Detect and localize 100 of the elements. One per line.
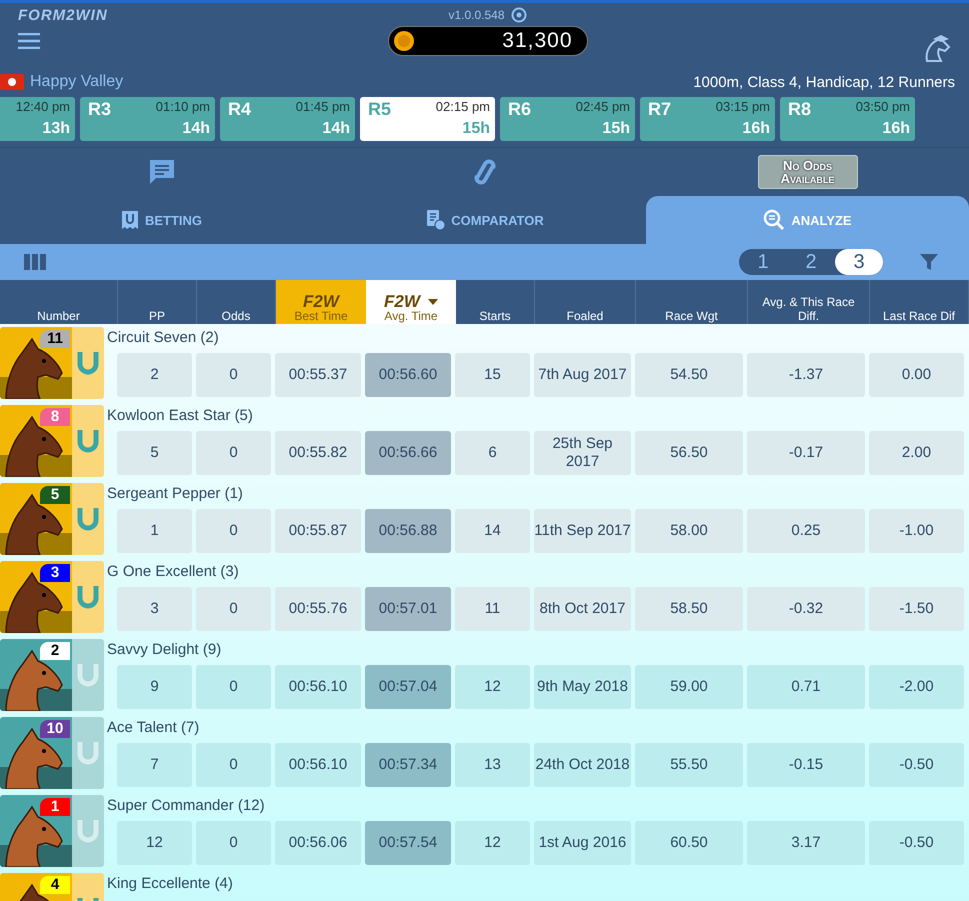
saddle-number: 1 <box>40 798 70 816</box>
table-cell: 6 <box>455 431 530 475</box>
race-countdown: 14h <box>322 120 350 138</box>
race-tab[interactable]: R8 03:50 pm 16h <box>780 97 915 141</box>
version-label: v1.0.0.548 <box>448 8 505 22</box>
balance-amount: 31,300 <box>502 29 572 53</box>
caret-icon <box>428 299 438 305</box>
horseshoe-icon <box>76 506 100 532</box>
no-odds-button[interactable]: No Odds Available <box>758 155 858 189</box>
race-tab[interactable]: R5 02:15 pm 15h <box>360 97 495 141</box>
table-cell: 3 <box>117 587 192 631</box>
horse-name: King Eccellente (4) <box>106 874 234 894</box>
column-header[interactable]: F2W Best Time <box>276 280 366 324</box>
page-button[interactable]: 2 <box>787 249 835 275</box>
race-countdown: 16h <box>742 120 770 138</box>
table-cell: 0 <box>196 353 271 397</box>
table-cell: 0.00 <box>869 353 964 397</box>
table-cell: 14 <box>455 509 530 553</box>
columns-icon[interactable] <box>24 254 46 270</box>
table-cell: 12 <box>117 821 192 865</box>
race-number: R4 <box>228 99 252 120</box>
race-time: 01:45 pm <box>296 99 350 116</box>
table-cell: 0.71 <box>747 665 865 709</box>
race-tab[interactable]: R4 01:45 pm 14h <box>220 97 355 141</box>
document-info-icon <box>425 209 446 231</box>
view-tab[interactable]: ANALYZE <box>646 196 969 244</box>
view-tab[interactable]: COMPARATOR <box>323 196 646 244</box>
page-button[interactable]: 1 <box>739 249 787 275</box>
table-cell: 11th Sep 2017 <box>534 509 631 553</box>
table-cell: 00:55.82 <box>275 431 361 475</box>
race-number: R3 <box>88 99 112 120</box>
table-cell: 56.50 <box>635 431 743 475</box>
table-cell: 0 <box>196 509 271 553</box>
table-cell: 0 <box>196 821 271 865</box>
race-number: R7 <box>648 99 672 120</box>
horse-name: Savvy Delight (9) <box>106 640 222 660</box>
table-cell: -0.32 <box>747 587 865 631</box>
table-cell: 15 <box>455 353 530 397</box>
table-cell: 12 <box>455 821 530 865</box>
table-cell: 00:56.66 <box>365 431 451 475</box>
filter-icon[interactable] <box>919 252 939 272</box>
race-countdown: 15h <box>602 120 630 138</box>
race-tab[interactable]: R3 01:10 pm 14h <box>80 97 215 141</box>
race-info: 1000m, Class 4, Handicap, 12 Runners <box>693 74 955 90</box>
race-countdown: 13h <box>42 120 70 138</box>
race-countdown: 15h <box>462 120 490 138</box>
refresh-icon[interactable] <box>510 7 527 23</box>
table-cell: 5 <box>117 431 192 475</box>
horse-name: Super Commander (12) <box>106 796 266 816</box>
table-cell: -1.00 <box>869 509 964 553</box>
table-cell: 00:56.10 <box>275 665 361 709</box>
coin-icon <box>392 30 414 52</box>
table-cell: 00:55.37 <box>275 353 361 397</box>
saddle-number: 5 <box>40 486 70 504</box>
race-number: R5 <box>368 99 392 120</box>
table-cell: 24th Oct 2018 <box>534 743 631 787</box>
page-button[interactable]: 3 <box>835 249 883 275</box>
horse-name: Circuit Seven (2) <box>106 328 220 348</box>
horseshoe-icon <box>76 740 100 766</box>
race-number: R8 <box>788 99 812 120</box>
horseshoe-icon <box>76 818 100 844</box>
table-cell: -0.50 <box>869 821 964 865</box>
table-cell: 9th May 2018 <box>534 665 631 709</box>
column-header[interactable]: F2W Avg. Time <box>366 280 456 324</box>
race-tab[interactable]: R6 02:45 pm 15h <box>500 97 635 141</box>
table-cell: 00:56.60 <box>365 353 451 397</box>
horse-name: Sergeant Pepper (1) <box>106 484 244 504</box>
column-label: Best Time <box>294 309 348 323</box>
race-tab[interactable]: 12:40 pm 13h <box>0 97 75 141</box>
table-cell: 54.50 <box>635 353 743 397</box>
f2w-label: F2W <box>384 295 420 309</box>
table-cell: 0 <box>196 587 271 631</box>
table-cell: 00:56.10 <box>275 743 361 787</box>
venue-name: Happy Valley <box>30 73 124 91</box>
table-cell: 1st Aug 2016 <box>534 821 631 865</box>
view-tab[interactable]: BETTING <box>0 196 323 244</box>
table-cell: -0.50 <box>869 743 964 787</box>
race-number: R6 <box>508 99 532 120</box>
race-time: 03:15 pm <box>716 99 770 116</box>
saddle-number: 4 <box>40 876 70 894</box>
horse-name: Kowloon East Star (5) <box>106 406 254 426</box>
chat-icon[interactable] <box>148 158 176 186</box>
saddle-number: 8 <box>40 408 70 426</box>
race-tab[interactable]: R7 03:15 pm 16h <box>640 97 775 141</box>
table-cell: 58.50 <box>635 587 743 631</box>
table-cell: 25th Sep 2017 <box>534 431 631 475</box>
f2w-label: F2W <box>303 295 339 309</box>
menu-icon[interactable] <box>18 33 40 49</box>
horseshoe-icon <box>76 662 100 688</box>
horse-name: G One Excellent (3) <box>106 562 240 582</box>
race-countdown: 14h <box>182 120 210 138</box>
table-cell: 00:56.88 <box>365 509 451 553</box>
saddle-number: 10 <box>40 720 70 738</box>
table-cell: 2 <box>117 353 192 397</box>
race-time: 03:50 pm <box>856 99 910 116</box>
search-icon <box>763 209 786 231</box>
race-time: 02:45 pm <box>576 99 630 116</box>
race-countdown: 16h <box>882 120 910 138</box>
race-time: 01:10 pm <box>156 99 210 116</box>
table-cell: 0 <box>196 743 271 787</box>
